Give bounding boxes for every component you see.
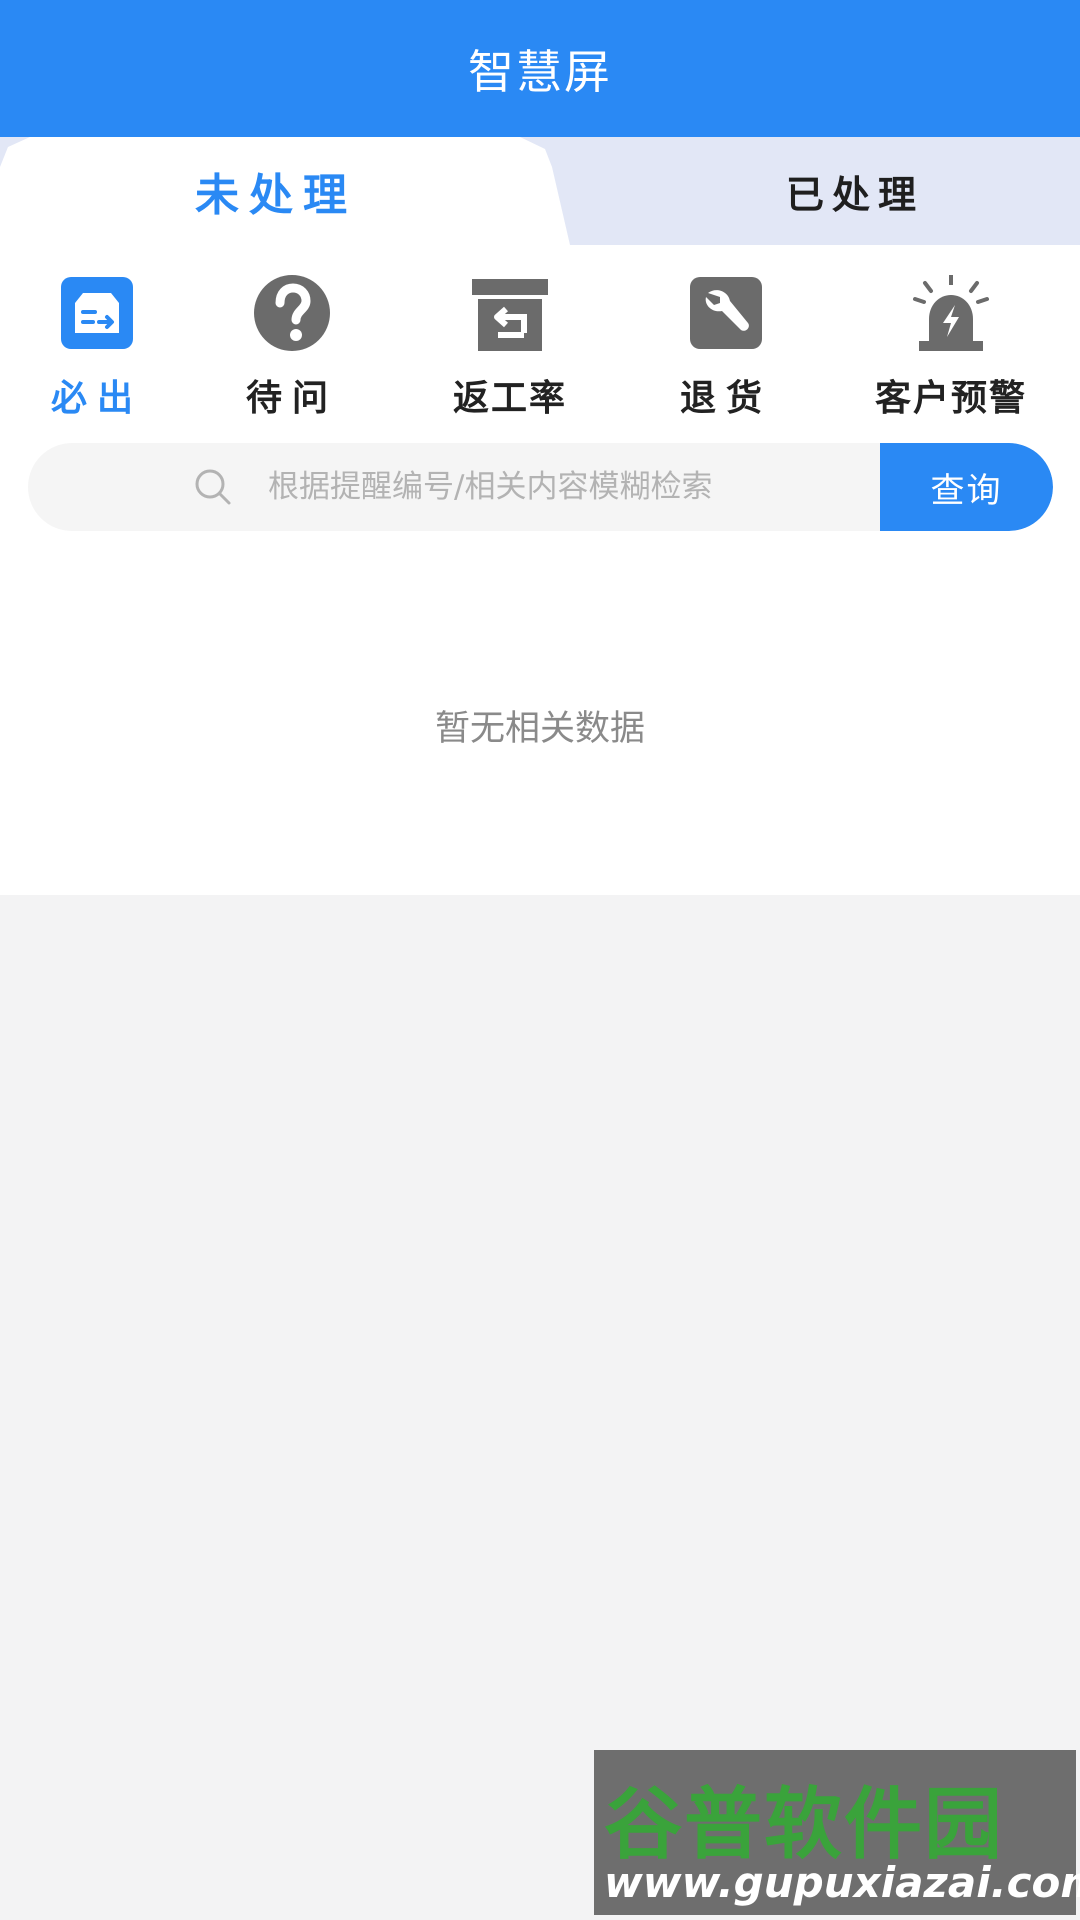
watermark-logo: 谷普软件园 www.gupuxiazai.com [594, 1750, 1080, 1915]
category-label: 必出 [50, 378, 143, 419]
category-row: 必出 待问 返工率 退货 客户预警 [0, 273, 1080, 423]
search-icon [195, 469, 231, 505]
category-daiwen[interactable]: 待问 [192, 273, 392, 423]
category-label: 客户预警 [874, 378, 1027, 419]
search-input[interactable] [268, 443, 868, 531]
watermark-url: www.gupuxiazai.com [604, 1858, 1080, 1907]
box-transfer-icon [61, 277, 133, 349]
empty-state-text: 暂无相关数据 [434, 709, 645, 749]
category-label: 待问 [245, 378, 338, 419]
category-label: 退货 [679, 378, 772, 419]
category-customer-alert[interactable]: 客户预警 [851, 273, 1051, 423]
category-rework-rate[interactable]: 返工率 [410, 273, 610, 423]
wrench-icon [690, 277, 762, 349]
alarm-light-icon [913, 275, 989, 351]
status-tabs: 未处理 已处理 [0, 137, 1080, 245]
page-title: 智慧屏 [468, 44, 612, 99]
category-label: 返工率 [452, 378, 567, 419]
app-header: 智慧屏 [0, 0, 1080, 137]
question-icon [254, 275, 330, 351]
category-returns[interactable]: 退货 [626, 273, 826, 423]
tab-processed[interactable]: 已处理 [570, 137, 1080, 245]
category-bichu[interactable]: 必出 [0, 273, 197, 423]
main-content: 必出 待问 返工率 退货 客户预警 根据提醒编号/相关内容模糊检索 查询 暂无相… [0, 245, 1080, 895]
search-bar: 查询 [28, 443, 1053, 531]
return-box-icon [472, 279, 548, 351]
search-button[interactable]: 查询 [880, 443, 1053, 531]
tab-unprocessed[interactable]: 未处理 [0, 137, 570, 245]
